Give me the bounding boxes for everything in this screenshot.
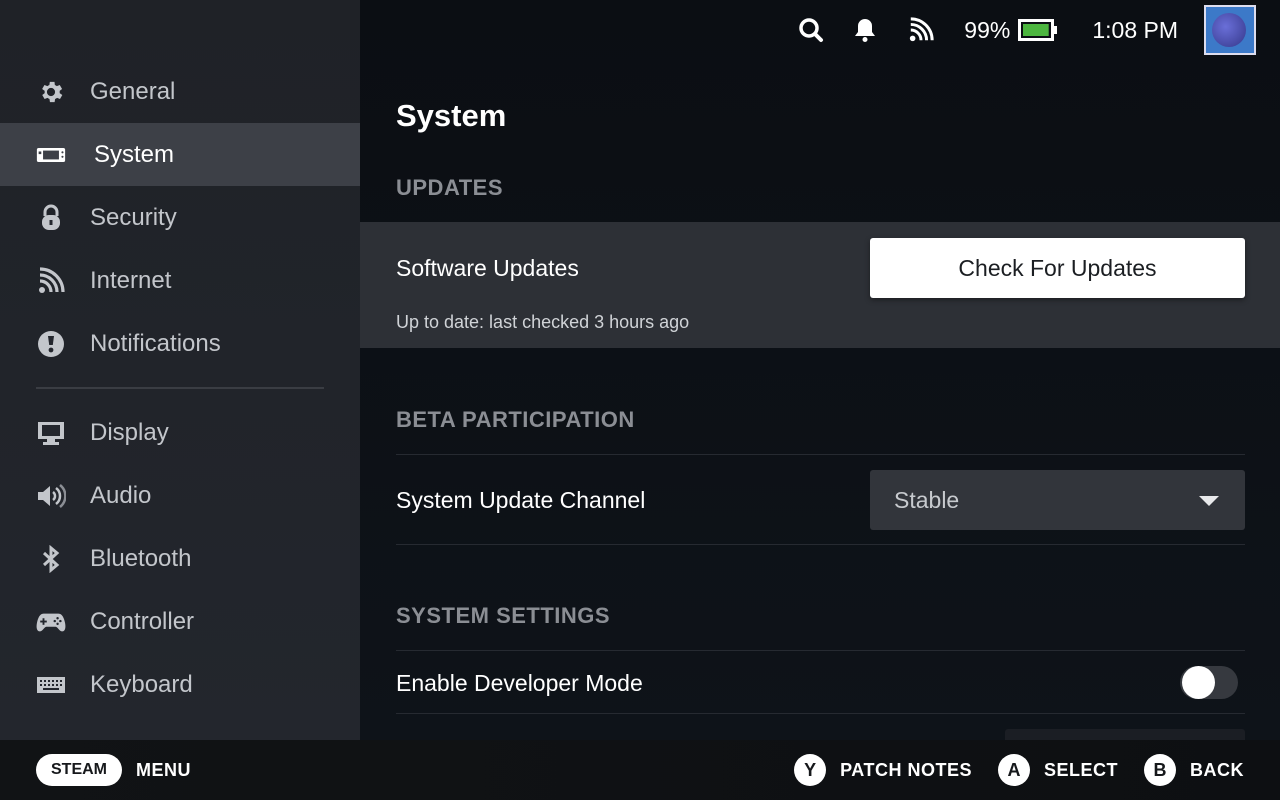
sidebar-item-internet[interactable]: Internet: [0, 249, 360, 312]
patch-notes-label: PATCH NOTES: [840, 759, 972, 780]
sidebar-item-controller[interactable]: Controller: [0, 590, 360, 653]
divider: [396, 454, 1245, 455]
sidebar-item-label: Keyboard: [90, 670, 193, 698]
chevron-down-icon: [1199, 496, 1219, 506]
sidebar-item-label: Display: [90, 418, 169, 446]
search-icon[interactable]: [796, 15, 826, 45]
avatar[interactable]: [1204, 5, 1256, 55]
gear-icon: [36, 77, 66, 107]
status-bar: 99% 1:08 PM: [796, 0, 1280, 60]
back-label: BACK: [1190, 759, 1244, 780]
sidebar-item-security[interactable]: Security: [0, 186, 360, 249]
menu-label: MENU: [136, 759, 191, 780]
page-title: System: [396, 98, 507, 133]
handheld-device-icon: [36, 140, 66, 170]
divider: [396, 544, 1245, 545]
alert-icon: [36, 329, 66, 359]
update-channel-label: System Update Channel: [396, 487, 646, 513]
select-label: SELECT: [1043, 759, 1118, 780]
sidebar-item-notifications[interactable]: Notifications: [0, 312, 360, 375]
toggle-knob: [1182, 666, 1215, 699]
sidebar-item-label: Controller: [90, 607, 195, 635]
developer-mode-toggle[interactable]: [1180, 666, 1238, 699]
sidebar-item-bluetooth[interactable]: Bluetooth: [0, 527, 360, 590]
bell-icon[interactable]: [850, 15, 880, 45]
software-updates-label: Software Updates: [396, 255, 579, 281]
settings-content: System UPDATES Software Updates Check Fo…: [360, 0, 1280, 740]
clock: 1:08 PM: [1092, 16, 1178, 43]
settings-sidebar: General System Security Internet Notific…: [0, 0, 360, 740]
speaker-icon: [36, 481, 66, 511]
sidebar-item-general[interactable]: General: [0, 60, 360, 123]
sidebar-item-label: Notifications: [90, 329, 221, 357]
update-channel-dropdown[interactable]: Stable: [870, 470, 1245, 530]
keyboard-icon: [36, 670, 66, 700]
steam-settings-screen: General System Security Internet Notific…: [0, 0, 1280, 800]
footer-actions: Y PATCH NOTES A SELECT B BACK: [794, 754, 1244, 786]
bluetooth-icon: [36, 544, 66, 574]
lock-icon: [36, 203, 66, 233]
steam-button[interactable]: STEAM: [36, 754, 122, 786]
settings-nav: General System Security Internet Notific…: [0, 60, 360, 716]
sidebar-divider: [36, 387, 324, 389]
sidebar-item-label: Internet: [90, 266, 172, 294]
battery-icon[interactable]: [1018, 19, 1058, 41]
avatar-image: [1212, 13, 1246, 47]
wifi-icon: [36, 266, 66, 296]
footer-hint-bar: STEAM MENU Y PATCH NOTES A SELECT B BACK: [0, 740, 1280, 800]
gamepad-icon: [36, 607, 66, 637]
sidebar-item-audio[interactable]: Audio: [0, 464, 360, 527]
check-for-updates-button[interactable]: Check For Updates: [870, 238, 1245, 298]
monitor-icon: [36, 418, 66, 448]
section-title-updates: UPDATES: [396, 175, 503, 200]
b-button-icon[interactable]: B: [1144, 754, 1176, 786]
sidebar-item-system[interactable]: System: [0, 123, 360, 186]
sidebar-item-display[interactable]: Display: [0, 401, 360, 464]
update-channel-value: Stable: [894, 486, 960, 513]
sidebar-item-keyboard[interactable]: Keyboard: [0, 653, 360, 716]
sidebar-item-label: System: [94, 140, 175, 168]
wifi-icon[interactable]: [906, 15, 936, 45]
section-title-beta: BETA PARTICIPATION: [396, 407, 635, 432]
section-title-system-settings: SYSTEM SETTINGS: [396, 603, 611, 628]
sidebar-item-label: Audio: [90, 481, 152, 509]
battery-percent: 99%: [964, 16, 1011, 43]
update-status-text: Up to date: last checked 3 hours ago: [396, 312, 690, 332]
y-button-icon[interactable]: Y: [794, 754, 827, 786]
sidebar-item-label: Security: [90, 203, 177, 231]
partial-control[interactable]: [1005, 729, 1245, 740]
divider: [396, 650, 1245, 651]
developer-mode-label: Enable Developer Mode: [396, 670, 643, 696]
sidebar-item-label: Bluetooth: [90, 544, 192, 572]
divider: [396, 713, 1245, 714]
a-button-icon[interactable]: A: [997, 754, 1030, 786]
sidebar-item-label: General: [90, 77, 176, 105]
